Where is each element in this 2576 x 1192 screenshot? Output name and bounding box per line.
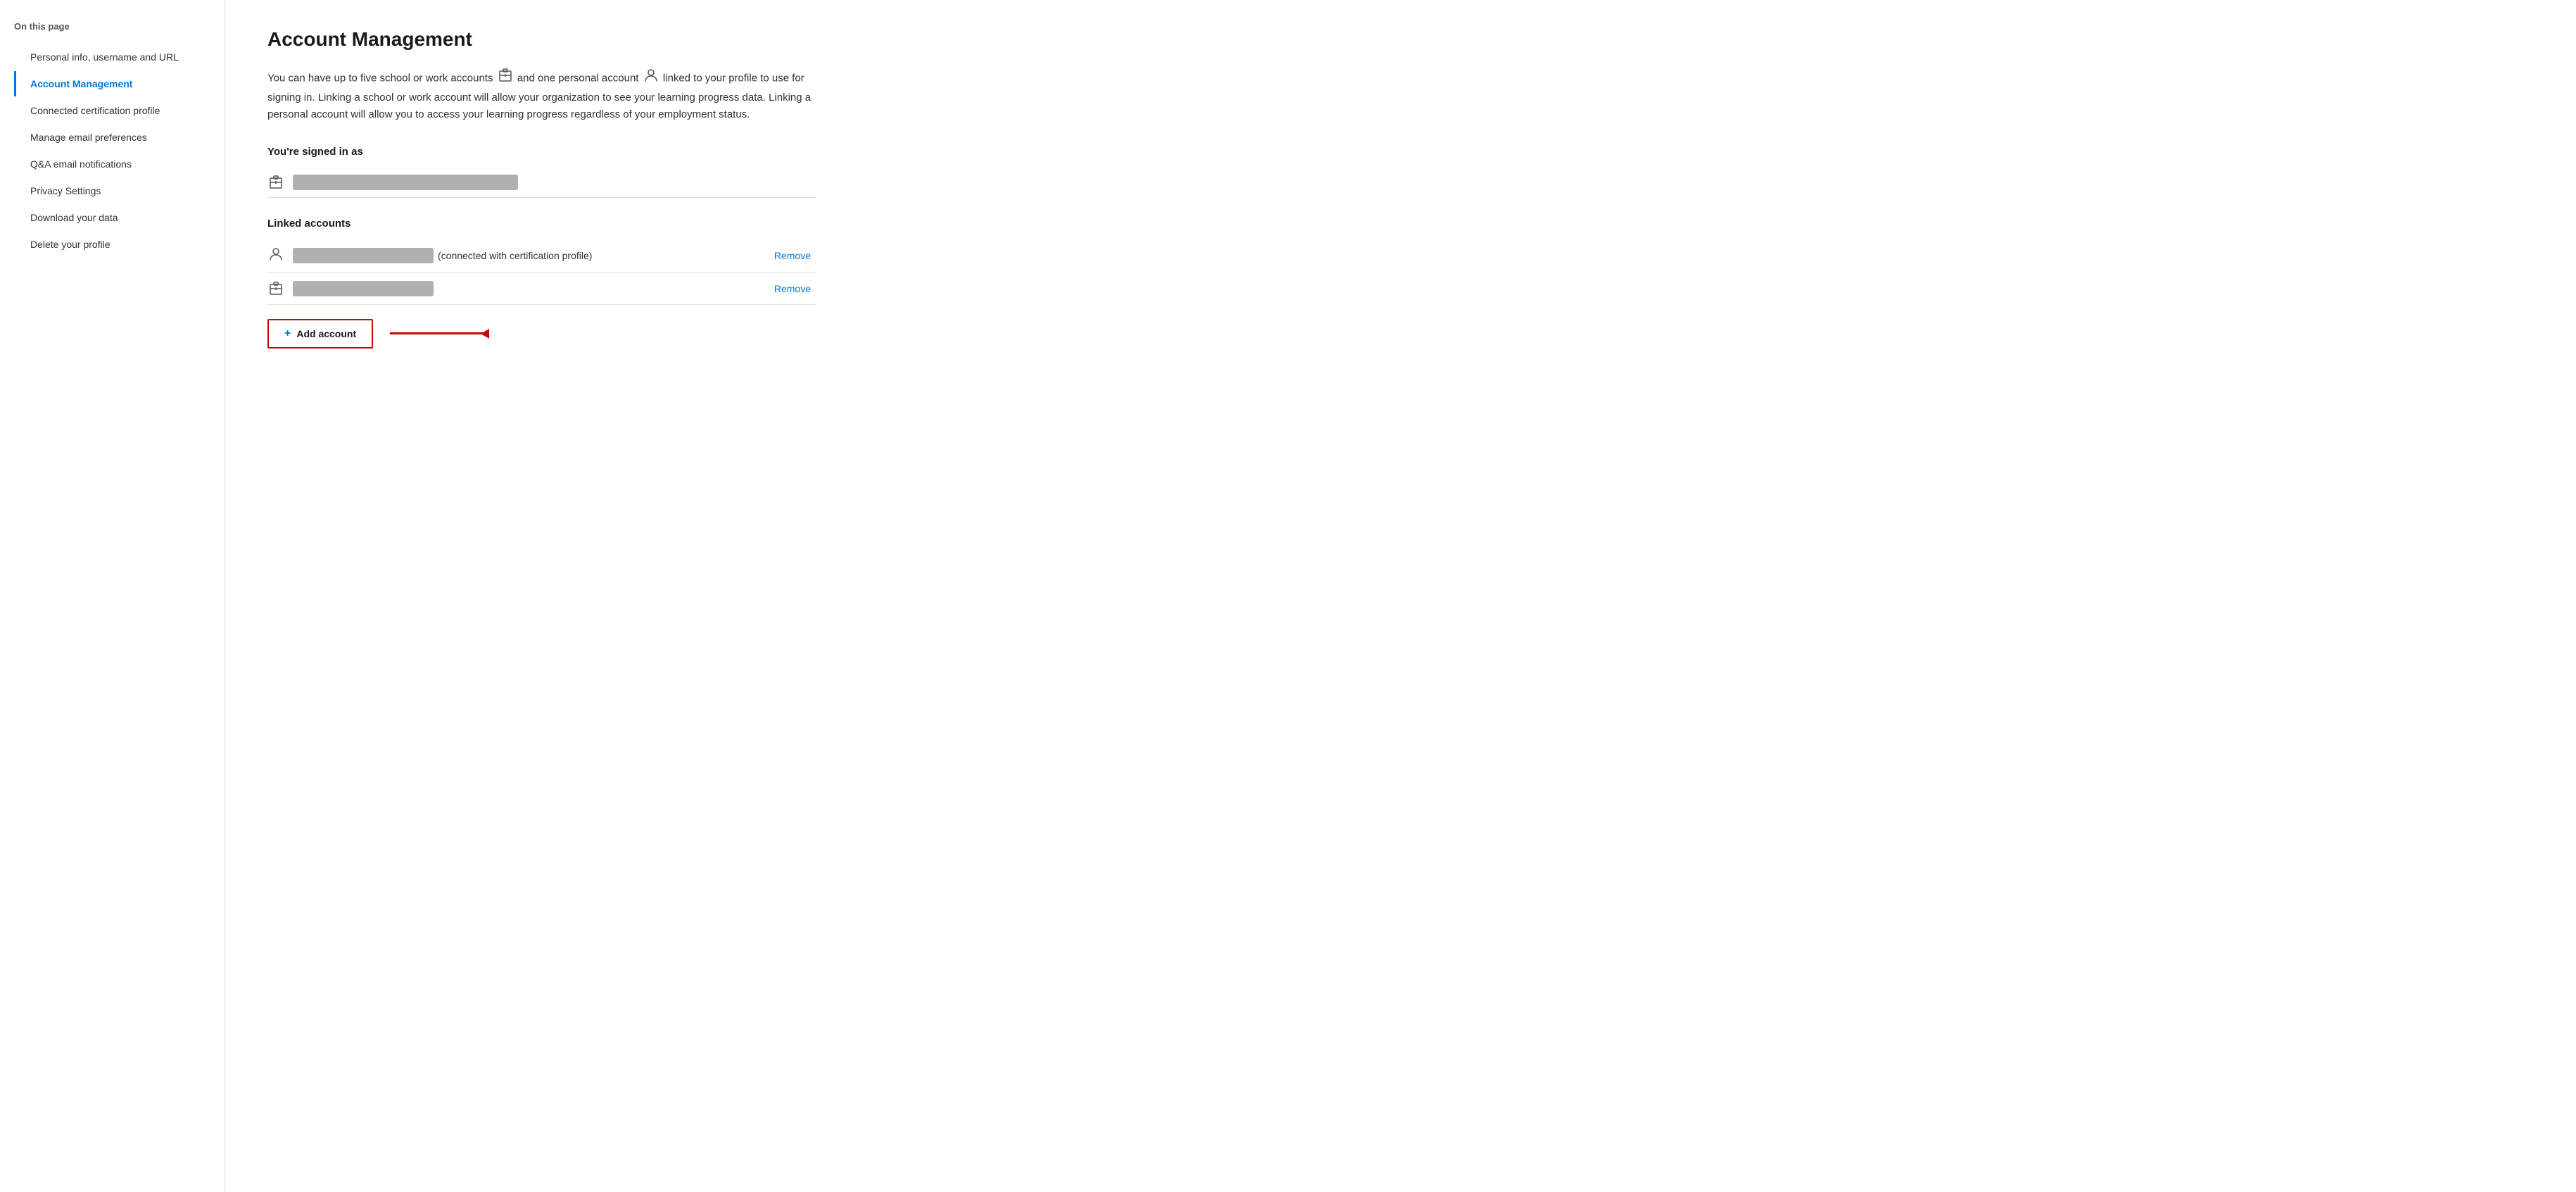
linked-account-1-remove-button[interactable]: Remove xyxy=(769,247,816,264)
sidebar-item-email-preferences[interactable]: Manage email preferences xyxy=(14,125,225,150)
signed-in-label: You're signed in as xyxy=(267,146,1028,158)
sidebar-item-delete-profile[interactable]: Delete your profile xyxy=(14,232,225,257)
main-content: Account Management You can have up to fi… xyxy=(225,0,1070,1192)
linked-accounts-label: Linked accounts xyxy=(267,218,1028,230)
sidebar-item-certification-profile[interactable]: Connected certification profile xyxy=(14,98,225,123)
description-text: You can have up to five school or work a… xyxy=(267,68,816,123)
linked-account-row-1: (connected with certification profile) R… xyxy=(267,239,816,273)
linked-account-2-email-placeholder xyxy=(293,281,434,296)
linked-account-1-cert-text: (connected with certification profile) xyxy=(438,250,592,261)
signed-in-work-icon xyxy=(267,175,284,190)
person-account-icon xyxy=(644,68,658,89)
work-account-icon xyxy=(498,68,512,89)
sidebar: On this page Personal info, username and… xyxy=(0,0,225,1192)
sidebar-item-qa-notifications[interactable]: Q&A email notifications xyxy=(14,151,225,177)
linked-account-1-person-icon xyxy=(267,246,284,265)
sidebar-item-privacy-settings[interactable]: Privacy Settings xyxy=(14,178,225,203)
plus-icon: + xyxy=(284,327,291,340)
sidebar-item-account-management[interactable]: Account Management xyxy=(14,71,225,96)
signed-in-section: You're signed in as xyxy=(267,146,1028,198)
add-account-label: Add account xyxy=(296,328,356,339)
linked-account-row-2: Remove xyxy=(267,273,816,305)
arrow-line xyxy=(390,332,488,334)
signed-in-row xyxy=(267,168,816,198)
sidebar-item-personal-info[interactable]: Personal info, username and URL xyxy=(14,44,225,70)
linked-account-1-email-placeholder xyxy=(293,248,434,263)
arrow-indicator xyxy=(390,332,488,334)
sidebar-item-download-data[interactable]: Download your data xyxy=(14,205,225,230)
linked-account-2-work-icon xyxy=(267,281,284,296)
signed-in-email-placeholder xyxy=(293,175,518,190)
linked-account-2-remove-button[interactable]: Remove xyxy=(769,280,816,297)
linked-accounts-section: Linked accounts (connected with certific… xyxy=(267,218,1028,349)
sidebar-title: On this page xyxy=(14,21,225,32)
page-title: Account Management xyxy=(267,28,1028,51)
add-account-wrapper: + Add account xyxy=(267,319,816,349)
add-account-button[interactable]: + Add account xyxy=(267,319,373,349)
